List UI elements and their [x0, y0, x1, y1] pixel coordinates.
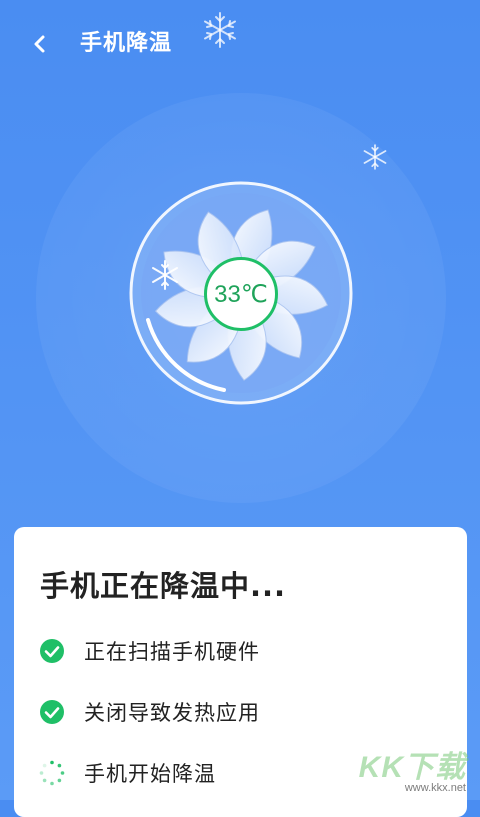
- watermark-logo: KK下载 www.kkx.net: [359, 742, 466, 794]
- watermark-text: KK下载: [358, 751, 466, 784]
- step-label: 关闭导致发热应用: [84, 701, 260, 725]
- page-title: 手机降温: [80, 31, 173, 56]
- chevron-left-icon: [34, 35, 45, 53]
- step-label: 手机开始降温: [84, 762, 216, 786]
- step-item: 关闭导致发热应用: [38, 696, 260, 728]
- spinner-icon: [38, 759, 66, 787]
- header: 手机降温: [0, 0, 480, 88]
- temperature-display: 33℃: [204, 257, 278, 331]
- snowflake-icon: [204, 12, 236, 48]
- check-circle-icon: [38, 698, 66, 726]
- step-label: 正在扫描手机硬件: [84, 640, 260, 664]
- back-button[interactable]: [22, 26, 58, 62]
- step-item: 手机开始降温: [38, 757, 216, 789]
- check-circle-icon: [38, 637, 66, 665]
- card-title: 手机正在降温中...: [40, 569, 287, 603]
- step-item: 正在扫描手机硬件: [38, 635, 260, 667]
